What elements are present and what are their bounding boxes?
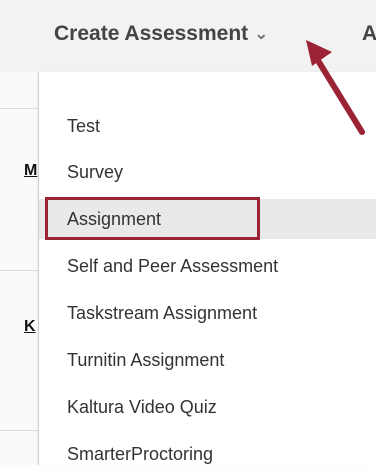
divider (0, 270, 38, 271)
menu-item-assignment[interactable]: Assignment (39, 199, 376, 239)
divider (0, 430, 38, 431)
menu-item-self-and-peer-assessment[interactable]: Self and Peer Assessment (39, 246, 376, 286)
menu-item-smarterproctoring[interactable]: SmarterProctoring (39, 434, 376, 474)
content-link-fragment[interactable]: M (24, 162, 37, 180)
create-assessment-menu-button[interactable]: Create Assessment ⌄ (54, 22, 268, 46)
menu-item-turnitin-assignment[interactable]: Turnitin Assignment (39, 340, 376, 380)
page-content-left: M K (0, 72, 38, 465)
menu-item-taskstream-assignment[interactable]: Taskstream Assignment (39, 293, 376, 333)
chevron-down-icon: ⌄ (254, 24, 269, 43)
content-link-fragment[interactable]: K (24, 318, 36, 336)
divider (0, 108, 38, 109)
create-assessment-label: Create Assessment (54, 22, 249, 45)
menu-item-survey[interactable]: Survey (39, 152, 376, 192)
arrow-icon (306, 40, 365, 135)
menu-item-kaltura-video-quiz[interactable]: Kaltura Video Quiz (39, 387, 376, 427)
